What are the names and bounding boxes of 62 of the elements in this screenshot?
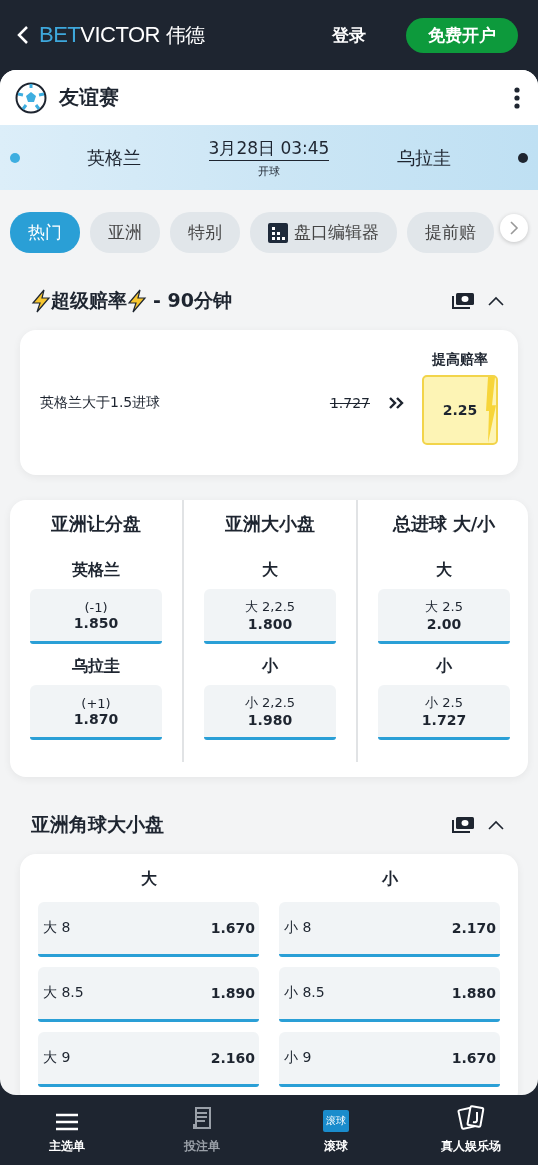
market-tab[interactable]: 盘口编辑器 bbox=[250, 212, 397, 253]
cash-icon[interactable] bbox=[451, 816, 475, 834]
market-tab[interactable]: 提前赔 bbox=[407, 212, 494, 253]
outcome-label: 小 bbox=[436, 656, 452, 677]
brand-logo: BETVICTOR 伟德 bbox=[39, 21, 206, 49]
login-button[interactable]: 登录 bbox=[322, 19, 376, 51]
odds-button[interactable]: 小 8.5 1.880 bbox=[279, 967, 500, 1022]
receipt-icon bbox=[190, 1106, 213, 1132]
section-title: 亚洲角球大小盘 bbox=[31, 812, 164, 837]
odds-button[interactable]: 小 2,2.5 1.980 bbox=[204, 685, 336, 740]
team-name: 乌拉圭 bbox=[395, 145, 452, 170]
column-heading: 大 bbox=[139, 869, 158, 890]
outcome-label: 大 bbox=[436, 560, 452, 581]
old-price: 1.727 bbox=[329, 394, 370, 411]
market-tab[interactable]: 特别 bbox=[170, 212, 240, 253]
team-name: 英格兰 bbox=[86, 145, 143, 170]
odds-button[interactable]: (-1) 1.850 bbox=[30, 589, 162, 644]
outcome-label: 英格兰 bbox=[72, 560, 120, 581]
lightning-icon bbox=[486, 376, 496, 443]
match-status: 开球 bbox=[258, 163, 280, 179]
more-icon[interactable] bbox=[514, 86, 520, 109]
nav-item[interactable]: 真人娱乐场 bbox=[403, 1095, 538, 1165]
chevron-right-icon bbox=[509, 220, 519, 236]
live-icon: 滚球 bbox=[323, 1110, 350, 1132]
section-title: 超级赔率 bbox=[51, 288, 127, 313]
odds-button[interactable]: 大 8.5 1.890 bbox=[38, 967, 259, 1022]
menu-icon bbox=[55, 1112, 80, 1132]
market-title: 亚洲让分盘 bbox=[51, 512, 141, 536]
lightning-icon bbox=[31, 289, 51, 313]
nav-item[interactable]: 主选单 bbox=[0, 1095, 135, 1165]
odds-button[interactable]: 大 2.5 2.00 bbox=[378, 589, 510, 644]
market-tab[interactable]: 亚洲 bbox=[90, 212, 160, 253]
selection-text: 英格兰大于1.5进球 bbox=[40, 393, 162, 412]
outcome-label: 大 bbox=[262, 560, 278, 581]
market-title: 亚洲大小盘 bbox=[225, 512, 315, 536]
odds-button[interactable]: 小 9 1.670 bbox=[279, 1032, 500, 1087]
double-chevron-icon bbox=[388, 395, 404, 410]
register-button[interactable]: 免费开户 bbox=[406, 17, 518, 53]
lightning-icon bbox=[127, 289, 147, 313]
boost-label: 提高赔率 bbox=[432, 350, 488, 369]
match-time[interactable]: 3月28日 03:45 bbox=[208, 136, 330, 161]
grid-icon bbox=[268, 222, 288, 243]
odds-button[interactable]: 大 8 1.670 bbox=[38, 902, 259, 957]
odds-button[interactable]: (+1) 1.870 bbox=[30, 685, 162, 740]
section-subtitle: - 90分钟 bbox=[153, 288, 232, 313]
chevron-icon[interactable] bbox=[487, 295, 505, 307]
odds-button[interactable]: 小 8 2.170 bbox=[279, 902, 500, 957]
market-title: 总进球 大/小 bbox=[392, 512, 496, 536]
odds-button[interactable]: 大 9 2.160 bbox=[38, 1032, 259, 1087]
nav-item[interactable]: 滚球 滚球 bbox=[269, 1095, 404, 1165]
odds-button[interactable]: 大 2,2.5 1.800 bbox=[204, 589, 336, 644]
outcome-label: 乌拉圭 bbox=[72, 656, 120, 677]
back-icon[interactable] bbox=[17, 25, 29, 45]
competition-title: 友谊赛 bbox=[59, 84, 120, 111]
odds-button[interactable]: 小 2.5 1.727 bbox=[378, 685, 510, 740]
cash-icon[interactable] bbox=[451, 292, 475, 310]
boosted-price-button[interactable]: 2.25 bbox=[422, 374, 498, 445]
soccer-ball-icon bbox=[15, 81, 47, 114]
column-heading: 小 bbox=[380, 869, 399, 890]
outcome-label: 小 bbox=[262, 656, 278, 677]
cards-icon bbox=[456, 1104, 485, 1132]
chevron-icon[interactable] bbox=[487, 819, 505, 831]
